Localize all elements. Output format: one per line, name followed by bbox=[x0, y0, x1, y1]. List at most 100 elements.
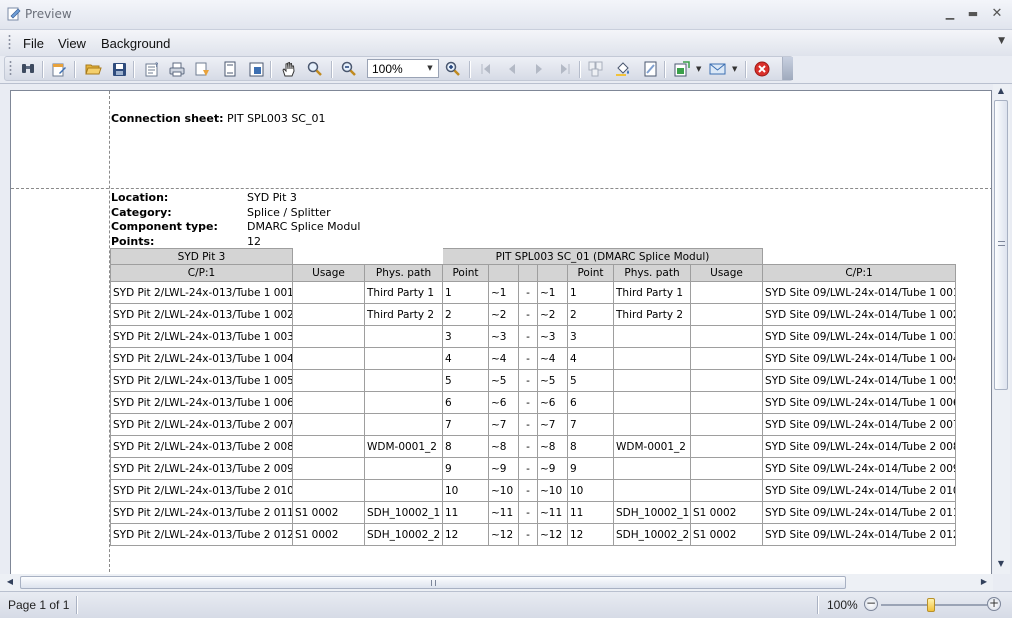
vertical-scrollbar[interactable]: ▲ ▼ bbox=[993, 84, 1010, 574]
table-cell: SYD Site 09/LWL-24x-014/Tube 1 004 bbox=[762, 347, 957, 370]
minimize-button[interactable]: ▁ bbox=[942, 6, 958, 22]
zoom-combo[interactable]: ▼ bbox=[367, 59, 439, 78]
zoom-slider-knob[interactable] bbox=[927, 598, 935, 612]
vertical-scroll-thumb[interactable] bbox=[994, 100, 1008, 390]
close-button[interactable]: ✕ bbox=[989, 6, 1005, 22]
background-color-button[interactable] bbox=[614, 61, 632, 77]
table-cell bbox=[364, 325, 443, 348]
table-cell: 12 bbox=[442, 523, 489, 546]
scroll-down-icon[interactable]: ▼ bbox=[994, 559, 1008, 568]
page-setup-button[interactable]: ? bbox=[143, 61, 161, 77]
save-button[interactable] bbox=[110, 61, 128, 77]
group-header-spacer bbox=[292, 248, 443, 265]
table-cell: - bbox=[518, 369, 538, 392]
table-cell bbox=[613, 325, 691, 348]
fit-page-button[interactable] bbox=[221, 61, 239, 77]
table-cell: 8 bbox=[442, 435, 489, 458]
table-cell: 6 bbox=[442, 391, 489, 414]
menu-file[interactable]: File bbox=[23, 36, 44, 51]
table-cell: 11 bbox=[442, 501, 489, 524]
table-cell: S1 0002 bbox=[292, 523, 365, 546]
multiple-pages-button[interactable] bbox=[587, 61, 605, 77]
table-cell bbox=[689, 457, 764, 480]
table-cell bbox=[292, 369, 365, 392]
fit-width-button[interactable] bbox=[247, 61, 265, 77]
toolbar-grip[interactable] bbox=[9, 60, 12, 77]
menu-bar: File View Background ▼ bbox=[0, 30, 1012, 56]
export-dropdown[interactable]: ▼ bbox=[696, 65, 701, 73]
svg-text:?: ? bbox=[155, 62, 158, 69]
previous-page-button[interactable] bbox=[503, 61, 521, 77]
magnifier-button[interactable] bbox=[306, 61, 324, 77]
table-cell bbox=[364, 347, 443, 370]
zoom-in-button[interactable] bbox=[444, 61, 462, 77]
table-cell: 3 bbox=[567, 325, 614, 348]
scroll-left-icon[interactable]: ◀ bbox=[3, 577, 17, 586]
table-cell: SYD Pit 2/LWL-24x-013/Tube 1 004 bbox=[110, 347, 293, 370]
table-cell bbox=[689, 369, 764, 392]
table-cell: 4 bbox=[442, 347, 489, 370]
window-title: Preview bbox=[25, 7, 72, 21]
send-email-dropdown[interactable]: ▼ bbox=[732, 65, 737, 73]
table-cell: Third Party 2 bbox=[364, 303, 443, 326]
table-cell bbox=[689, 479, 764, 502]
zoom-out-button[interactable] bbox=[340, 61, 358, 77]
table-cell bbox=[613, 369, 691, 392]
print-button[interactable] bbox=[168, 61, 186, 77]
horizontal-scroll-thumb[interactable] bbox=[20, 576, 846, 589]
table-cell: ~1 bbox=[488, 281, 519, 304]
zoom-out-status-button[interactable]: − bbox=[864, 597, 878, 611]
zoom-out-icon bbox=[341, 61, 356, 76]
zoom-in-status-button[interactable]: + bbox=[987, 597, 1001, 611]
table-row: SYD Pit 2/LWL-24x-013/Tube 1 002 Third Pa… bbox=[110, 303, 957, 326]
table-cell: SDH_10002_1 bbox=[364, 501, 443, 524]
table-cell bbox=[292, 413, 365, 436]
chevron-down-icon[interactable]: ▼ bbox=[998, 36, 1005, 46]
status-separator bbox=[76, 596, 78, 614]
menu-view[interactable]: View bbox=[58, 36, 86, 51]
table-cell: S1 0002 bbox=[689, 501, 764, 524]
horizontal-scrollbar[interactable]: ◀ ▶ bbox=[0, 574, 993, 591]
table-cell: SYD Site 09/LWL-24x-014/Tube 1 002 bbox=[762, 303, 957, 326]
table-cell: SYD Site 09/LWL-24x-014/Tube 1 003 bbox=[762, 325, 957, 348]
chevron-down-icon[interactable]: ▼ bbox=[424, 61, 436, 76]
toolbar-overflow-button[interactable] bbox=[782, 57, 793, 80]
menu-grip[interactable] bbox=[8, 34, 11, 51]
group-header-middle: PIT SPL003 SC_01 (DMARC Splice Modul) bbox=[441, 248, 764, 265]
table-cell: ~6 bbox=[537, 391, 568, 414]
table-cell: ~3 bbox=[537, 325, 568, 348]
table-cell: S1 0002 bbox=[292, 501, 365, 524]
watermark-icon bbox=[644, 61, 656, 77]
zoom-input[interactable] bbox=[368, 60, 422, 77]
open-folder-icon bbox=[84, 64, 102, 75]
meta-key: Category: bbox=[111, 206, 172, 219]
hand-tool-button[interactable] bbox=[280, 61, 298, 77]
maximize-button[interactable]: ▬ bbox=[965, 6, 981, 22]
table-cell: SYD Pit 2/LWL-24x-013/Tube 2 007 bbox=[110, 413, 293, 436]
last-page-button[interactable] bbox=[556, 61, 574, 77]
table-cell: SYD Pit 2/LWL-24x-013/Tube 1 002 bbox=[110, 303, 293, 326]
send-email-button[interactable] bbox=[708, 61, 726, 77]
next-page-button[interactable] bbox=[530, 61, 548, 77]
find-button[interactable] bbox=[19, 61, 37, 77]
open-button[interactable] bbox=[84, 61, 102, 77]
table-cell: SYD Site 09/LWL-24x-014/Tube 2 007 bbox=[762, 413, 957, 436]
table-cell bbox=[613, 391, 691, 414]
first-page-button[interactable] bbox=[477, 61, 495, 77]
meta-value: DMARC Splice Modul bbox=[247, 220, 361, 233]
quick-print-button[interactable] bbox=[193, 61, 211, 77]
close-preview-button[interactable] bbox=[753, 61, 771, 77]
scroll-right-icon[interactable]: ▶ bbox=[977, 577, 991, 586]
background-color-icon bbox=[616, 62, 629, 76]
scroll-up-icon[interactable]: ▲ bbox=[994, 86, 1008, 95]
table-cell: ~12 bbox=[488, 523, 519, 546]
zoom-slider[interactable] bbox=[881, 598, 987, 612]
column-header: Usage bbox=[689, 264, 764, 282]
hand-tool-icon bbox=[282, 61, 295, 77]
parameters-button[interactable] bbox=[50, 61, 68, 77]
table-cell: 5 bbox=[567, 369, 614, 392]
menu-background[interactable]: Background bbox=[101, 36, 170, 51]
export-button[interactable] bbox=[673, 61, 691, 77]
column-header: Point bbox=[442, 264, 489, 282]
watermark-button[interactable] bbox=[641, 61, 659, 77]
